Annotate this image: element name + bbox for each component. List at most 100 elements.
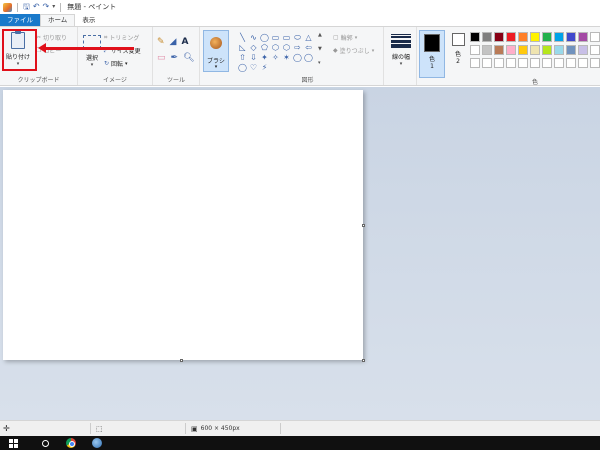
- fill-bucket-icon[interactable]: ◢: [170, 37, 177, 47]
- shape-curve[interactable]: ∿: [248, 33, 259, 43]
- chevron-down-icon: ▾: [125, 60, 128, 67]
- palette-swatch[interactable]: [554, 45, 564, 55]
- text-tool-icon[interactable]: A: [181, 37, 188, 47]
- taskbar-paint[interactable]: [87, 436, 107, 450]
- canvas-size-text: 600 × 450px: [200, 425, 240, 432]
- palette-swatch[interactable]: [578, 32, 588, 42]
- shapes-group-label: 図形: [301, 77, 314, 84]
- palette-swatch[interactable]: [506, 45, 516, 55]
- pencil-icon[interactable]: ✎: [157, 37, 165, 47]
- shape-star-5[interactable]: ✧: [270, 53, 281, 63]
- palette-swatch[interactable]: [482, 45, 492, 55]
- magnifier-icon[interactable]: 🔍︎: [183, 53, 194, 63]
- canvas-workspace[interactable]: [0, 87, 600, 420]
- palette-swatch[interactable]: [470, 45, 480, 55]
- title-bar: 🖫 ↶ ↷ ▾ 無題 - ペイント: [0, 0, 600, 14]
- select-button[interactable]: 選択 ▾: [81, 35, 103, 68]
- palette-swatch[interactable]: [518, 58, 528, 68]
- resize-handle-bottom[interactable]: [180, 359, 183, 362]
- tab-view[interactable]: 表示: [75, 14, 102, 26]
- shape-rectangle[interactable]: ▭: [270, 33, 281, 43]
- palette-swatch[interactable]: [518, 45, 528, 55]
- resize-handle-corner[interactable]: [362, 359, 365, 362]
- rotate-button[interactable]: ↻ 回転 ▾: [104, 59, 128, 68]
- palette-swatch[interactable]: [566, 45, 576, 55]
- palette-swatch[interactable]: [554, 32, 564, 42]
- tab-file[interactable]: ファイル: [0, 14, 40, 26]
- shape-arrow-right[interactable]: ⇨: [292, 43, 303, 53]
- palette-swatch[interactable]: [578, 45, 588, 55]
- shape-star-6[interactable]: ✶: [281, 53, 292, 63]
- palette-swatch[interactable]: [470, 58, 480, 68]
- shape-arrow-down[interactable]: ⇩: [248, 53, 259, 63]
- shape-right-triangle[interactable]: ◺: [237, 43, 248, 53]
- color1-button[interactable]: 色 1: [419, 30, 445, 78]
- shape-polygon[interactable]: ⬭: [292, 33, 303, 43]
- shape-heart[interactable]: ♡: [248, 63, 259, 73]
- palette-swatch[interactable]: [530, 58, 540, 68]
- shape-rounded-rectangle[interactable]: ▭: [281, 33, 292, 43]
- search-button[interactable]: [35, 436, 55, 450]
- shape-pentagon[interactable]: ⬠: [259, 43, 270, 53]
- palette-swatch[interactable]: [494, 32, 504, 42]
- palette-swatch[interactable]: [578, 58, 588, 68]
- shape-callout-oval[interactable]: ◯: [303, 53, 314, 63]
- palette-swatch[interactable]: [590, 32, 600, 42]
- shape-triangle[interactable]: △: [303, 33, 314, 43]
- palette-swatch[interactable]: [482, 32, 492, 42]
- palette-swatch[interactable]: [542, 32, 552, 42]
- taskbar-chrome[interactable]: [61, 436, 81, 450]
- palette-swatch[interactable]: [494, 58, 504, 68]
- shape-line[interactable]: ╲: [237, 33, 248, 43]
- scroll-up-icon[interactable]: ▲: [318, 32, 326, 38]
- palette-swatch[interactable]: [506, 32, 516, 42]
- drawing-canvas[interactable]: [3, 90, 363, 360]
- tab-home[interactable]: ホーム: [40, 14, 76, 26]
- undo-icon[interactable]: ↶: [33, 2, 40, 12]
- shape-hexagon-2[interactable]: ⬡: [281, 43, 292, 53]
- palette-swatch[interactable]: [530, 32, 540, 42]
- expand-gallery-icon[interactable]: ▾: [318, 60, 326, 66]
- palette-swatch[interactable]: [590, 45, 600, 55]
- eraser-icon[interactable]: ▭: [157, 53, 166, 63]
- shape-arrow-left[interactable]: ⇦: [303, 43, 314, 53]
- palette-swatch[interactable]: [530, 45, 540, 55]
- cut-button[interactable]: ✂ 切り取り: [36, 33, 67, 42]
- shape-star-4[interactable]: ✦: [259, 53, 270, 63]
- palette-swatch[interactable]: [554, 58, 564, 68]
- shape-callout-rounded[interactable]: ◯: [292, 53, 303, 63]
- palette-swatch[interactable]: [542, 58, 552, 68]
- redo-icon[interactable]: ↷: [43, 2, 50, 12]
- palette-swatch[interactable]: [506, 58, 516, 68]
- fill-button[interactable]: ◆ 塗りつぶし ▾: [333, 46, 374, 55]
- palette-swatch[interactable]: [494, 45, 504, 55]
- palette-swatch[interactable]: [566, 32, 576, 42]
- shape-diamond[interactable]: ◇: [248, 43, 259, 53]
- save-icon[interactable]: 🖫: [23, 2, 30, 12]
- color-picker-icon[interactable]: ✒: [171, 53, 179, 63]
- tools-group-label: ツール: [166, 77, 185, 84]
- brush-icon: [205, 33, 227, 55]
- crop-button[interactable]: ⌗ トリミング: [104, 33, 139, 43]
- palette-swatch[interactable]: [518, 32, 528, 42]
- palette-swatch[interactable]: [542, 45, 552, 55]
- shape-oval[interactable]: ◯: [259, 33, 270, 43]
- palette-swatch[interactable]: [566, 58, 576, 68]
- palette-swatch[interactable]: [482, 58, 492, 68]
- size-button[interactable]: 線の幅 ▾: [389, 34, 413, 67]
- shape-arrow-up[interactable]: ⇧: [237, 53, 248, 63]
- start-button[interactable]: [3, 436, 23, 450]
- shapes-scrollbar[interactable]: ▲ ▼ ▾: [318, 32, 326, 66]
- color2-button[interactable]: 色 2: [449, 33, 467, 65]
- outline-button[interactable]: ▢ 輪郭 ▾: [333, 33, 357, 42]
- paint-app-icon[interactable]: [3, 2, 12, 12]
- palette-swatch[interactable]: [590, 58, 600, 68]
- resize-handle-right[interactable]: [362, 224, 365, 227]
- scroll-down-icon[interactable]: ▼: [318, 46, 326, 52]
- customize-quick-access-icon[interactable]: ▾: [52, 2, 55, 12]
- brushes-button[interactable]: ブラシ ▾: [203, 30, 229, 72]
- palette-swatch[interactable]: [470, 32, 480, 42]
- shape-callout-cloud[interactable]: ◯: [237, 63, 248, 73]
- shape-hexagon[interactable]: ⬡: [270, 43, 281, 53]
- shape-lightning[interactable]: ⚡: [259, 63, 270, 73]
